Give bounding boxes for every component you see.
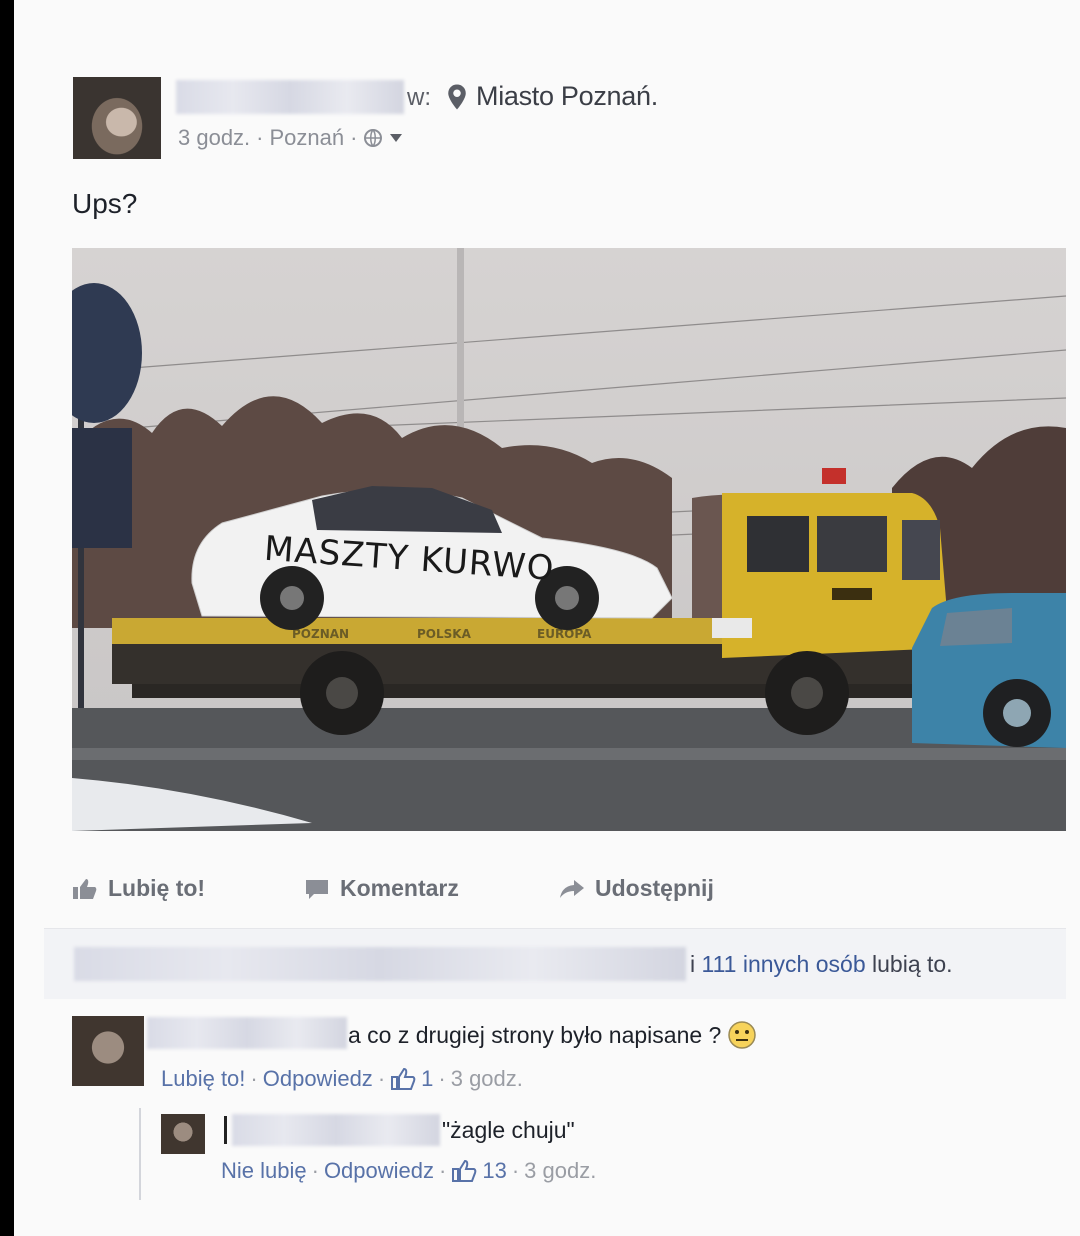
post-photo[interactable]: POZNAN POLSKA EUROPA MASZTY KURWO	[72, 248, 1066, 831]
location-link[interactable]: Miasto Poznań.	[476, 81, 658, 112]
comment-body: a co z drugiej strony było napisane ?	[348, 1021, 722, 1048]
comment-actions: Lubię to! · Odpowiedz · 1 · 3 godz.	[161, 1066, 523, 1092]
tow-truck-photo: POZNAN POLSKA EUROPA MASZTY KURWO	[72, 248, 1066, 831]
share-arrow-icon	[560, 879, 584, 898]
author-avatar[interactable]	[73, 77, 161, 159]
privacy-globe-icon[interactable]	[363, 128, 383, 148]
post-meta: 3 godz. · Poznań ·	[178, 125, 403, 151]
comment-reply-link[interactable]: Odpowiedz	[263, 1066, 373, 1092]
location-pin-icon	[448, 84, 466, 110]
separator: ·	[311, 1158, 319, 1183]
post-card: w: Miasto Poznań. 3 godz. · Poznań · Ups…	[14, 0, 1080, 1236]
comment-bubble-icon	[306, 879, 328, 899]
others-count-link[interactable]: 111 innych osób	[702, 951, 866, 977]
post-place[interactable]: Poznań	[270, 125, 345, 151]
commenter-avatar[interactable]	[72, 1016, 144, 1086]
thumbs-up-outline-icon	[452, 1159, 477, 1182]
reply-time[interactable]: 3 godz.	[524, 1158, 596, 1184]
commenter-name-blurred	[147, 1017, 347, 1049]
author-name-blurred	[176, 80, 404, 114]
bed-word-1: POZNAN	[292, 627, 349, 641]
comment-text: a co z drugiej strony było napisane ?	[348, 1020, 757, 1050]
thumbs-up-icon	[73, 878, 97, 899]
like-button[interactable]: Lubię to!	[72, 875, 205, 902]
like-label: Lubię to!	[108, 875, 206, 901]
thumbs-up-outline-icon	[391, 1067, 416, 1090]
separator: ·	[377, 1066, 386, 1091]
separator: ·	[250, 1066, 258, 1091]
reply-actions: Nie lubię · Odpowiedz · 13 · 3 godz.	[221, 1158, 596, 1184]
neutral-face-emoji-icon	[728, 1021, 757, 1049]
reply-thread-line	[139, 1108, 141, 1200]
audience-caret-icon[interactable]	[389, 133, 403, 143]
likes-suffix: lubią to.	[872, 951, 953, 977]
comment-like-count[interactable]: 1	[421, 1066, 433, 1092]
share-label: Udostępnij	[595, 875, 714, 901]
separator: ·	[511, 1158, 520, 1183]
reply-like-count[interactable]: 13	[482, 1158, 506, 1184]
comment-time[interactable]: 3 godz.	[451, 1066, 523, 1092]
reply-avatar[interactable]	[161, 1114, 205, 1154]
likes-summary-row: i 111 innych osób lubią to.	[44, 928, 1066, 999]
post-text: Ups?	[72, 188, 138, 219]
location-prefix: w:	[407, 84, 431, 111]
reply-name-mark	[224, 1116, 227, 1144]
reply-text: "żagle chuju"	[442, 1117, 575, 1143]
likes-prefix: i	[690, 951, 696, 977]
separator: ·	[439, 1158, 447, 1183]
comment-button[interactable]: Komentarz	[304, 875, 459, 902]
meta-separator: ·	[256, 125, 264, 150]
liker-names-blurred	[74, 947, 686, 981]
comment-label: Komentarz	[340, 875, 459, 901]
reply-name-blurred	[232, 1114, 440, 1146]
meta-separator: ·	[350, 125, 358, 150]
bed-word-2: POLSKA	[417, 627, 472, 641]
reply-reply-link[interactable]: Odpowiedz	[324, 1158, 434, 1184]
likes-summary-text: i 111 innych osób lubią to.	[690, 951, 953, 978]
share-button[interactable]: Udostępnij	[559, 875, 714, 902]
separator: ·	[438, 1066, 446, 1091]
comment-like-link[interactable]: Lubię to!	[161, 1066, 245, 1092]
post-time[interactable]: 3 godz.	[178, 125, 250, 151]
reply-unlike-link[interactable]: Nie lubię	[221, 1158, 307, 1184]
post-action-bar: Lubię to! Komentarz Udostępnij	[72, 860, 1066, 922]
